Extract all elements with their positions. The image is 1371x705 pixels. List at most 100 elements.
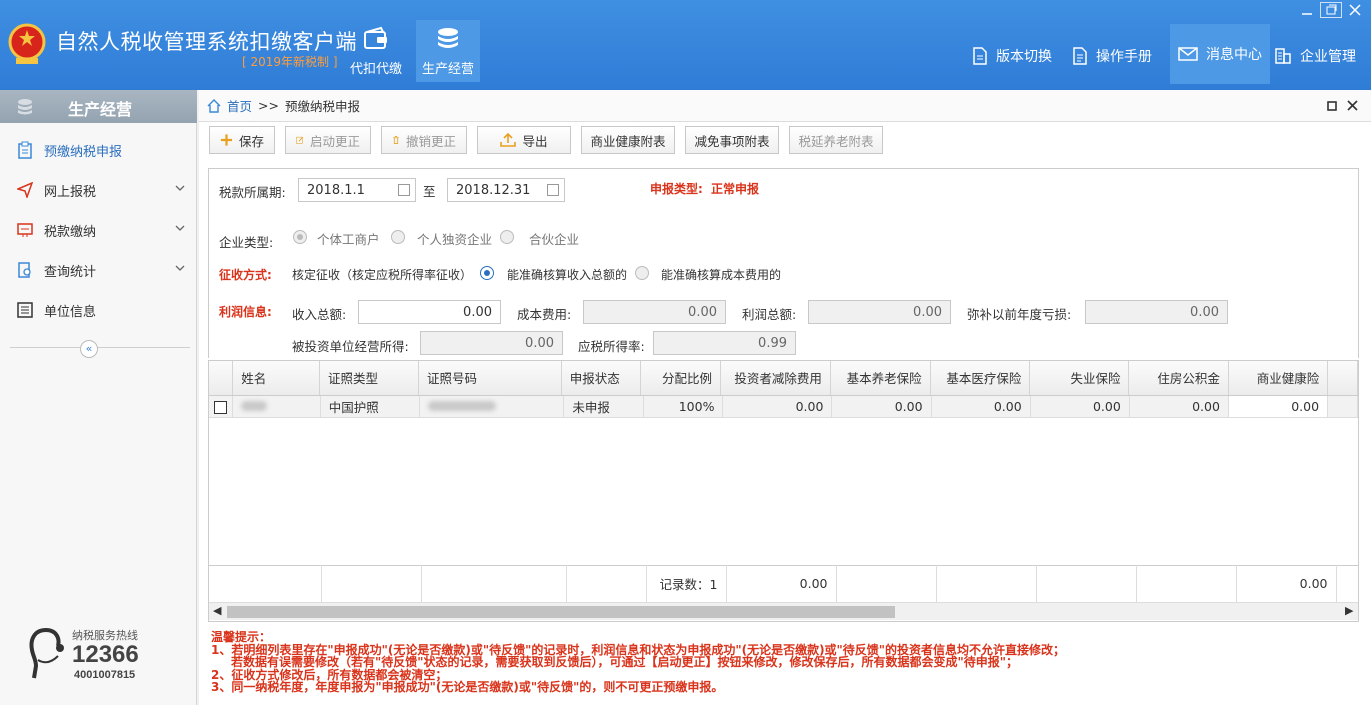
table-row[interactable]: 中国护照 未申报 100% 0.00 0.00 0.00 0.00 0.00 0… bbox=[209, 395, 1358, 418]
row-checkbox[interactable] bbox=[214, 400, 228, 414]
export-button[interactable]: 导出 bbox=[477, 126, 571, 154]
app-edition: [ 2019年新税制 ] bbox=[242, 55, 338, 69]
period-to-input[interactable]: 2018.12.31 bbox=[447, 178, 565, 202]
restore-button[interactable] bbox=[1320, 2, 1342, 18]
grid-body: 中国护照 未申报 100% 0.00 0.00 0.00 0.00 0.00 0… bbox=[209, 395, 1358, 418]
sidebar-item-label: 税款缴纳 bbox=[44, 224, 97, 240]
relief-attachment-button[interactable]: 减免事项附表 bbox=[685, 126, 779, 154]
cell-id-type: 中国护照 bbox=[320, 395, 421, 418]
nav-production-label: 生产经营 bbox=[421, 62, 474, 77]
sidebar-item-label: 单位信息 bbox=[44, 304, 97, 320]
nav-production[interactable]: 生产经营 bbox=[416, 20, 480, 82]
horizontal-scrollbar[interactable]: ◀ ▶ bbox=[209, 602, 1358, 620]
collection-cost-radio[interactable] bbox=[635, 266, 649, 280]
redacted-id-number bbox=[428, 400, 497, 411]
nav-withholding[interactable]: 代扣代缴 bbox=[344, 20, 408, 82]
col-header-status[interactable]: 申报状态 bbox=[561, 361, 642, 396]
loss-value: 0.00 bbox=[1190, 304, 1219, 320]
nav-version-switch[interactable]: 版本切换 bbox=[972, 46, 1052, 66]
col-header-ratio[interactable]: 分配比例 bbox=[640, 361, 722, 396]
grid-footer: 记录数：1 0.00 0.00 bbox=[209, 565, 1358, 602]
close-tab-button[interactable] bbox=[1347, 99, 1358, 114]
cell-medical[interactable]: 0.00 bbox=[931, 395, 1031, 418]
col-header-pension[interactable]: 基本养老保险 bbox=[830, 361, 931, 396]
chevron-down-icon bbox=[175, 223, 185, 234]
period-to-value: 2018.12.31 bbox=[456, 182, 531, 198]
grid-header-select bbox=[209, 361, 234, 396]
enterprise-type-partner-radio[interactable] bbox=[500, 230, 514, 244]
calendar-icon[interactable] bbox=[547, 184, 559, 196]
footer-cell bbox=[1036, 565, 1137, 602]
list-icon bbox=[16, 301, 34, 319]
nav-manual[interactable]: 操作手册 bbox=[1072, 46, 1152, 66]
cell-overflow bbox=[1327, 395, 1358, 418]
building-icon bbox=[1275, 48, 1291, 64]
taxable-rate-value: 0.99 bbox=[758, 335, 787, 351]
footer-cell bbox=[836, 565, 937, 602]
footer-cell bbox=[321, 565, 422, 602]
invested-income-value: 0.00 bbox=[525, 335, 554, 351]
scrollbar-thumb[interactable] bbox=[227, 606, 895, 618]
tip-line: 若数据有误需要修改（若有"待反馈"状态的记录，需要获取到反馈后），可通过【启动更… bbox=[231, 655, 1019, 669]
hotline-number: 12366 bbox=[72, 641, 139, 668]
period-from-input[interactable]: 2018.1.1 bbox=[298, 178, 416, 202]
chevron-down-icon bbox=[175, 263, 185, 274]
period-from-value: 2018.1.1 bbox=[307, 182, 365, 198]
enterprise-type-individual-radio[interactable] bbox=[293, 230, 307, 244]
cell-pension[interactable]: 0.00 bbox=[831, 395, 932, 418]
row-checkbox-cell[interactable] bbox=[209, 395, 234, 418]
cell-health[interactable]: 0.00 bbox=[1228, 395, 1329, 418]
scroll-right-icon[interactable]: ▶ bbox=[1345, 604, 1353, 617]
start-correction-button[interactable]: 启动更正 bbox=[285, 126, 371, 154]
sidebar-item-unit-info[interactable]: 单位信息 bbox=[0, 290, 197, 330]
breadcrumb-home-link[interactable]: 首页 bbox=[227, 96, 252, 115]
pension-attachment-label: 税延养老附表 bbox=[798, 133, 874, 149]
collection-income-radio[interactable] bbox=[480, 266, 494, 280]
cost-value: 0.00 bbox=[688, 304, 717, 320]
sidebar-collapse-button[interactable]: « bbox=[80, 340, 98, 358]
cell-investor-deduction[interactable]: 0.00 bbox=[722, 395, 833, 418]
sidebar-item-prepay-declaration[interactable]: 预缴纳税申报 bbox=[0, 130, 197, 170]
footer-cell bbox=[566, 565, 647, 602]
hotline-headset-icon bbox=[24, 626, 68, 686]
sidebar-item-query-stats[interactable]: 查询统计 bbox=[0, 250, 197, 290]
toolbar: 保存 启动更正 撤销更正 导出 商业健康附表 减免事项附表 税延养老附表 bbox=[209, 126, 883, 158]
col-header-health[interactable]: 商业健康险 bbox=[1228, 361, 1329, 396]
col-header-unemployment[interactable]: 失业保险 bbox=[1029, 361, 1130, 396]
col-header-investor-deduction[interactable]: 投资者减除费用 bbox=[720, 361, 831, 396]
scroll-left-icon[interactable]: ◀ bbox=[213, 604, 221, 617]
breadcrumb: 首页 >> 预缴纳税申报 bbox=[199, 90, 1371, 122]
col-header-medical[interactable]: 基本医疗保险 bbox=[930, 361, 1031, 396]
declare-type-label: 申报类型: bbox=[650, 182, 703, 196]
search-doc-icon bbox=[16, 261, 34, 279]
cell-unemployment[interactable]: 0.00 bbox=[1030, 395, 1130, 418]
footer-health-total: 0.00 bbox=[1236, 565, 1337, 602]
income-label: 收入总额: bbox=[292, 307, 347, 322]
enterprise-type-sole-radio[interactable] bbox=[391, 230, 405, 244]
save-button[interactable]: 保存 bbox=[209, 126, 275, 154]
sidebar-item-label: 网上报税 bbox=[44, 184, 97, 200]
col-header-housing-fund[interactable]: 住房公积金 bbox=[1128, 361, 1229, 396]
calendar-icon[interactable] bbox=[398, 184, 410, 196]
cell-id-number bbox=[419, 395, 565, 418]
nav-withholding-label: 代扣代缴 bbox=[349, 62, 402, 77]
health-attachment-label: 商业健康附表 bbox=[590, 133, 666, 149]
close-window-button[interactable] bbox=[1344, 2, 1366, 18]
footer-investor-deduction-total: 0.00 bbox=[726, 565, 837, 602]
col-header-name[interactable]: 姓名 bbox=[232, 361, 320, 396]
col-header-id-type[interactable]: 证照类型 bbox=[319, 361, 420, 396]
nav-enterprise[interactable]: 企业管理 bbox=[1274, 46, 1356, 66]
pension-attachment-button[interactable]: 税延养老附表 bbox=[789, 126, 883, 154]
sidebar-item-online-filing[interactable]: 网上报税 bbox=[0, 170, 197, 210]
sidebar-item-tax-payment[interactable]: 税款缴纳 bbox=[0, 210, 197, 250]
cancel-correction-button[interactable]: 撤销更正 bbox=[381, 126, 467, 154]
nav-manual-label: 操作手册 bbox=[1096, 49, 1152, 65]
maximize-tab-button[interactable] bbox=[1327, 99, 1337, 114]
col-header-id-number[interactable]: 证照号码 bbox=[418, 361, 562, 396]
health-attachment-button[interactable]: 商业健康附表 bbox=[581, 126, 675, 154]
edit-icon bbox=[296, 136, 304, 144]
income-input[interactable]: 0.00 bbox=[358, 300, 501, 324]
cell-housing-fund[interactable]: 0.00 bbox=[1129, 395, 1229, 418]
nav-message-center[interactable]: 消息中心 bbox=[1170, 24, 1270, 84]
minimize-button[interactable] bbox=[1296, 2, 1318, 18]
